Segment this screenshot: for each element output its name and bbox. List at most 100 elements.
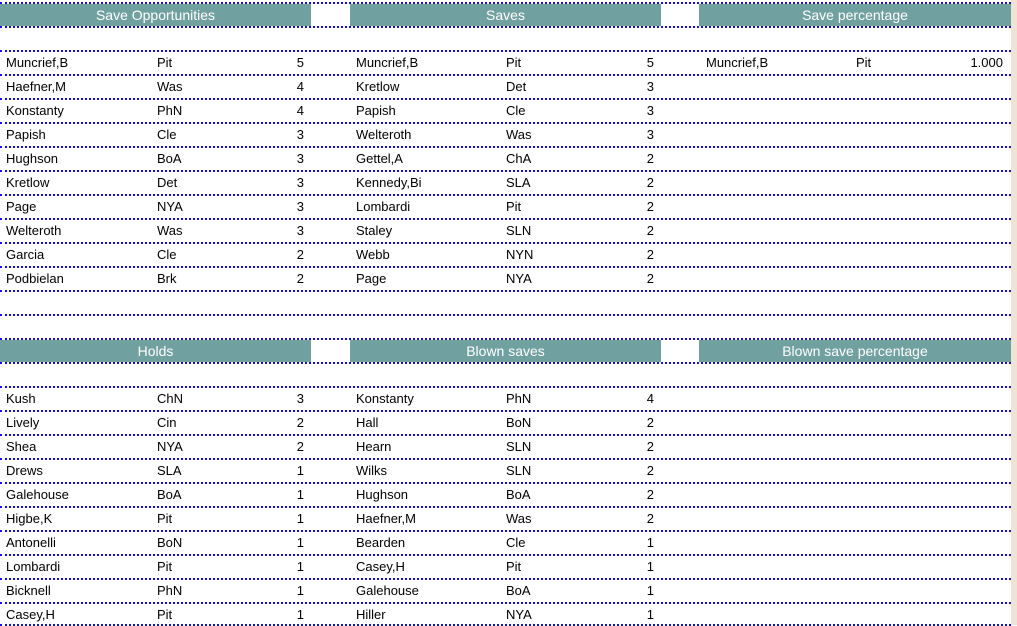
stat-value: 4: [646, 391, 654, 406]
team-abbr: NYA: [506, 271, 532, 286]
stat-value: 1: [296, 487, 304, 502]
block-header: Saves: [350, 4, 661, 26]
player-name: Muncrief,B: [706, 55, 769, 70]
stat-value: 3: [296, 175, 304, 190]
stat-value: 2: [646, 223, 654, 238]
player-name: Hiller: [356, 607, 386, 622]
team-abbr: Pit: [506, 55, 522, 70]
player-name: Wilks: [356, 463, 388, 478]
team-abbr: Was: [506, 511, 532, 526]
stat-value: 3: [296, 391, 304, 406]
table-row: Kretlow Det 3 Kennedy,Bi SLA 2: [0, 170, 1011, 194]
table-row: Casey,H Pit 1 Hiller NYA 1: [0, 602, 1011, 626]
team-abbr: Was: [157, 223, 183, 238]
player-name: Hall: [356, 415, 379, 430]
team-abbr: BoN: [157, 535, 183, 550]
spacer-row: [0, 314, 1011, 338]
player-name: Konstanty: [356, 391, 414, 406]
stat-value: 3: [646, 127, 654, 142]
player-name: Lombardi: [6, 559, 61, 574]
stat-value: 2: [646, 511, 654, 526]
stat-value: 2: [646, 247, 654, 262]
team-abbr: ChN: [157, 391, 184, 406]
player-name: Hughson: [6, 151, 59, 166]
team-abbr: Pit: [157, 511, 173, 526]
team-abbr: BoA: [506, 487, 531, 502]
player-name: Casey,H: [356, 559, 405, 574]
block-header: Blown save percentage: [699, 340, 1011, 362]
stat-value: 2: [646, 415, 654, 430]
team-abbr: Cle: [157, 127, 177, 142]
team-abbr: BoA: [506, 583, 531, 598]
table-row: Welteroth Was 3 Staley SLN 2: [0, 218, 1011, 242]
stat-value: 3: [296, 199, 304, 214]
player-name: Galehouse: [6, 487, 69, 502]
team-abbr: SLN: [506, 223, 532, 238]
team-abbr: SLA: [506, 175, 531, 190]
team-abbr: BoA: [157, 487, 182, 502]
section-header-row: Save Opportunities Saves Save percentage: [0, 2, 1011, 26]
table-row: Lively Cin 2 Hall BoN 2: [0, 410, 1011, 434]
table-row: Papish Cle 3 Welteroth Was 3: [0, 122, 1011, 146]
stat-value: 1: [296, 463, 304, 478]
stat-value: 1: [646, 559, 654, 574]
player-name: Kush: [6, 391, 36, 406]
leaderboard-sheet: Save Opportunities Saves Save percentage Mu…: [0, 2, 1011, 626]
table-row: Kush ChN 3 Konstanty PhN 4: [0, 386, 1011, 410]
stat-value: 3: [296, 127, 304, 142]
table-row: Haefner,M Was 4 Kretlow Det 3: [0, 74, 1011, 98]
player-name: Shea: [6, 439, 37, 454]
player-name: Webb: [356, 247, 390, 262]
stat-value: 2: [646, 199, 654, 214]
stat-value: 3: [296, 223, 304, 238]
team-abbr: PhN: [157, 583, 183, 598]
player-name: Garcia: [6, 247, 45, 262]
player-name: Hughson: [356, 487, 409, 502]
table-row: Shea NYA 2 Hearn SLN 2: [0, 434, 1011, 458]
spacer-row: [0, 362, 1011, 386]
player-name: Kennedy,Bi: [356, 175, 422, 190]
team-abbr: Cle: [157, 247, 177, 262]
team-abbr: Pit: [157, 55, 173, 70]
player-name: Page: [356, 271, 387, 286]
player-name: Higbe,K: [6, 511, 53, 526]
team-abbr: Was: [157, 79, 183, 94]
stat-value: 2: [296, 247, 304, 262]
stat-value: 1.000: [970, 55, 1003, 70]
stat-value: 2: [646, 463, 654, 478]
table-row: Hughson BoA 3 Gettel,A ChA 2: [0, 146, 1011, 170]
table-row: Higbe,K Pit 1 Haefner,M Was 2: [0, 506, 1011, 530]
player-name: Page: [6, 199, 37, 214]
spacer-row: [0, 290, 1011, 314]
stat-value: 3: [646, 79, 654, 94]
stat-value: 4: [296, 79, 304, 94]
team-abbr: NYA: [506, 607, 532, 622]
block-header: Blown saves: [350, 340, 661, 362]
stat-value: 1: [296, 511, 304, 526]
player-name: Muncrief,B: [356, 55, 419, 70]
stat-value: 2: [646, 271, 654, 286]
team-abbr: Cin: [157, 415, 177, 430]
stat-value: 1: [296, 607, 304, 622]
player-name: Haefner,M: [356, 511, 416, 526]
team-abbr: Cle: [506, 103, 526, 118]
team-abbr: PhN: [157, 103, 183, 118]
stat-value: 1: [296, 535, 304, 550]
player-name: Drews: [6, 463, 43, 478]
stat-value: 3: [296, 151, 304, 166]
table-row: Page NYA 3 Lombardi Pit 2: [0, 194, 1011, 218]
player-name: Hearn: [356, 439, 392, 454]
player-name: Bicknell: [6, 583, 51, 598]
table-row: Galehouse BoA 1 Hughson BoA 2: [0, 482, 1011, 506]
team-abbr: Pit: [856, 55, 872, 70]
player-name: Lively: [6, 415, 40, 430]
player-name: Casey,H: [6, 607, 55, 622]
player-name: Antonelli: [6, 535, 56, 550]
stat-value: 5: [296, 55, 304, 70]
section-header-row: Holds Blown saves Blown save percentage: [0, 338, 1011, 362]
team-abbr: SLN: [506, 463, 532, 478]
stat-value: 1: [646, 535, 654, 550]
team-abbr: Pit: [157, 559, 173, 574]
stat-value: 2: [646, 175, 654, 190]
team-abbr: SLA: [157, 463, 182, 478]
